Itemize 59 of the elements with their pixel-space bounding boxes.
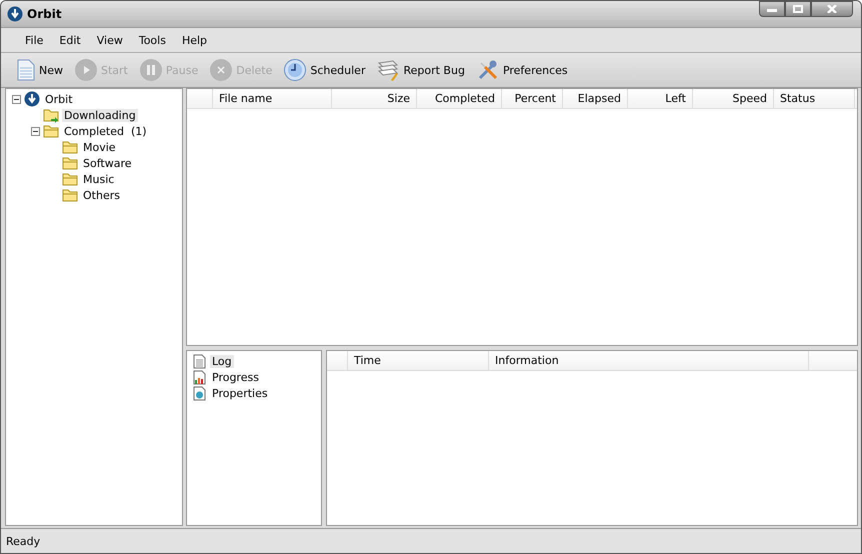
tree-item[interactable]: Completed (1) [62, 124, 149, 138]
folder-icon [62, 140, 78, 154]
tree-item[interactable]: Movie [81, 140, 118, 154]
close-icon [827, 5, 837, 13]
menu-item[interactable]: File [17, 34, 52, 46]
folder-icon [62, 172, 78, 186]
bar-chart-icon [193, 370, 206, 384]
document-icon [193, 354, 206, 368]
details-tab[interactable]: Progress [193, 369, 261, 385]
details-tab[interactable]: Log [193, 353, 234, 369]
toolbar-button[interactable]: Scheduler [282, 59, 368, 81]
menu-item[interactable]: Edit [51, 34, 89, 46]
tree-item[interactable]: Others [81, 188, 122, 202]
minimize-icon [767, 6, 777, 12]
folder-icon [43, 124, 59, 138]
play-icon [75, 59, 97, 81]
tree-item[interactable]: Downloading [62, 108, 138, 122]
maximize-icon [793, 5, 803, 13]
column-header[interactable]: Information [489, 351, 809, 370]
tree-item[interactable]: Music [81, 172, 116, 186]
document-icon [17, 59, 35, 81]
clock-icon [284, 59, 306, 81]
tree-item[interactable]: Orbit [43, 92, 75, 106]
app-logo-icon [7, 6, 23, 22]
minimize-button[interactable] [759, 1, 785, 17]
cross-icon [210, 59, 232, 81]
toolbar-button[interactable]: Report Bug [375, 59, 467, 81]
app-logo-icon [24, 91, 40, 107]
minus-icon [14, 96, 19, 102]
wrench-screwdriver-icon [476, 59, 499, 81]
tree-item[interactable]: Software [81, 156, 134, 170]
folder-icon [62, 156, 78, 170]
column-header[interactable]: Time [348, 351, 489, 370]
column-header[interactable]: Left [628, 89, 693, 108]
column-header[interactable]: Status [774, 89, 855, 108]
column-header[interactable]: Elapsed [563, 89, 628, 108]
column-header[interactable]: File name [213, 89, 332, 108]
toolbar-button[interactable]: Preferences [474, 59, 570, 81]
column-header[interactable]: Size [332, 89, 417, 108]
menu-item[interactable]: View [88, 34, 131, 46]
column-header[interactable]: Percent [502, 89, 563, 108]
status-text: Ready [1, 528, 861, 553]
collapse-toggle[interactable] [12, 94, 21, 104]
close-button[interactable] [811, 1, 853, 17]
globe-page-icon [193, 386, 206, 400]
maximize-button[interactable] [785, 1, 811, 17]
folder-icon [62, 188, 78, 202]
paper-stack-icon [377, 59, 400, 81]
folder-arrow-icon [43, 107, 59, 123]
pause-icon [140, 59, 162, 81]
column-header[interactable]: Speed [693, 89, 774, 108]
menu-item[interactable]: Tools [130, 34, 174, 46]
window-title: Orbit [27, 7, 63, 21]
details-tab[interactable]: Properties [193, 385, 270, 401]
minus-icon [33, 128, 38, 134]
toolbar-button[interactable]: New [15, 59, 65, 81]
collapse-toggle[interactable] [31, 126, 40, 136]
column-header[interactable]: Completed [417, 89, 502, 108]
menu-item[interactable]: Help [174, 34, 216, 46]
